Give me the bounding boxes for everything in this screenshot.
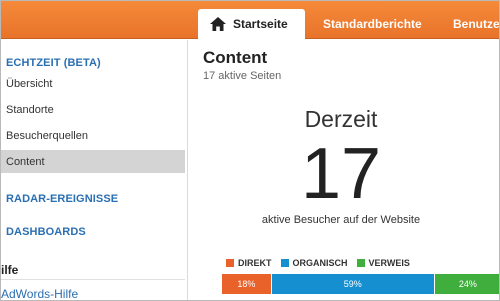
legend-item-organic: ORGANISCH (280, 258, 348, 268)
tab-label: Startseite (233, 17, 288, 31)
segment-value: 18% (237, 279, 256, 289)
legend-swatch (226, 259, 234, 267)
active-pages-count: 17 aktive Seiten (203, 70, 282, 82)
sidebar-item-label: Besucherquellen (6, 129, 88, 142)
tab-standardberichte[interactable]: Standardberichte (323, 9, 422, 39)
analytics-window: Startseite Standardberichte Benutzer ECH… (0, 0, 500, 301)
traffic-segment-referral[interactable]: 24% (434, 274, 499, 294)
segment-value: 59% (343, 279, 362, 289)
tab-startseite[interactable]: Startseite (198, 9, 305, 39)
active-visitors-caption: aktive Besucher auf der Website (261, 214, 421, 226)
sidebar-item-traffic-sources[interactable]: Besucherquellen (1, 124, 185, 147)
legend-swatch (356, 259, 365, 267)
main-content: Content 17 aktive Seiten Derzeit 17 akti… (189, 40, 499, 300)
segment-value: 24% (458, 279, 477, 289)
active-visitors-count: 17 (300, 134, 382, 214)
divider (1, 279, 185, 280)
adwords-help-link[interactable]: AdWords-Hilfe (1, 287, 78, 300)
legend-label: ORGANISCH (292, 258, 348, 268)
sidebar-section-realtime[interactable]: ECHTZEIT (BETA) (6, 57, 101, 69)
sidebar-item-content[interactable]: Content (1, 150, 185, 173)
tab-benutzer[interactable]: Benutzer (453, 9, 500, 39)
sidebar-item-overview[interactable]: Übersicht (1, 72, 185, 95)
traffic-share-bar: 18% 59% 24% (222, 274, 499, 294)
legend-item-direct: DIREKT (226, 258, 272, 268)
top-navigation: Startseite Standardberichte Benutzer (1, 1, 500, 39)
sidebar-item-label: Standorte (6, 103, 54, 116)
sidebar-item-label: Content (6, 155, 45, 168)
sidebar-section-radar-events[interactable]: RADAR-EREIGNISSE (6, 193, 118, 205)
home-icon (210, 17, 226, 31)
tab-label: Benutzer (453, 17, 500, 31)
legend-label: VERWEIS (368, 258, 410, 268)
help-heading: ilfe (1, 263, 19, 277)
legend-swatch (280, 259, 289, 267)
tab-label: Standardberichte (323, 17, 422, 31)
sidebar-section-dashboards[interactable]: DASHBOARDS (6, 226, 86, 238)
sidebar-item-label: Übersicht (6, 77, 53, 90)
sidebar-item-locations[interactable]: Standorte (1, 98, 185, 121)
traffic-segment-organic[interactable]: 59% (271, 274, 435, 294)
now-label: Derzeit (304, 106, 378, 132)
page-title: Content (203, 48, 268, 67)
traffic-legend: DIREKT ORGANISCH VERWEIS (226, 257, 419, 269)
legend-label: DIREKT (238, 258, 272, 268)
sidebar: ECHTZEIT (BETA) Übersicht Standorte Besu… (1, 40, 188, 300)
legend-item-referral: VERWEIS (356, 258, 410, 268)
traffic-segment-direct[interactable]: 18% (222, 274, 272, 294)
